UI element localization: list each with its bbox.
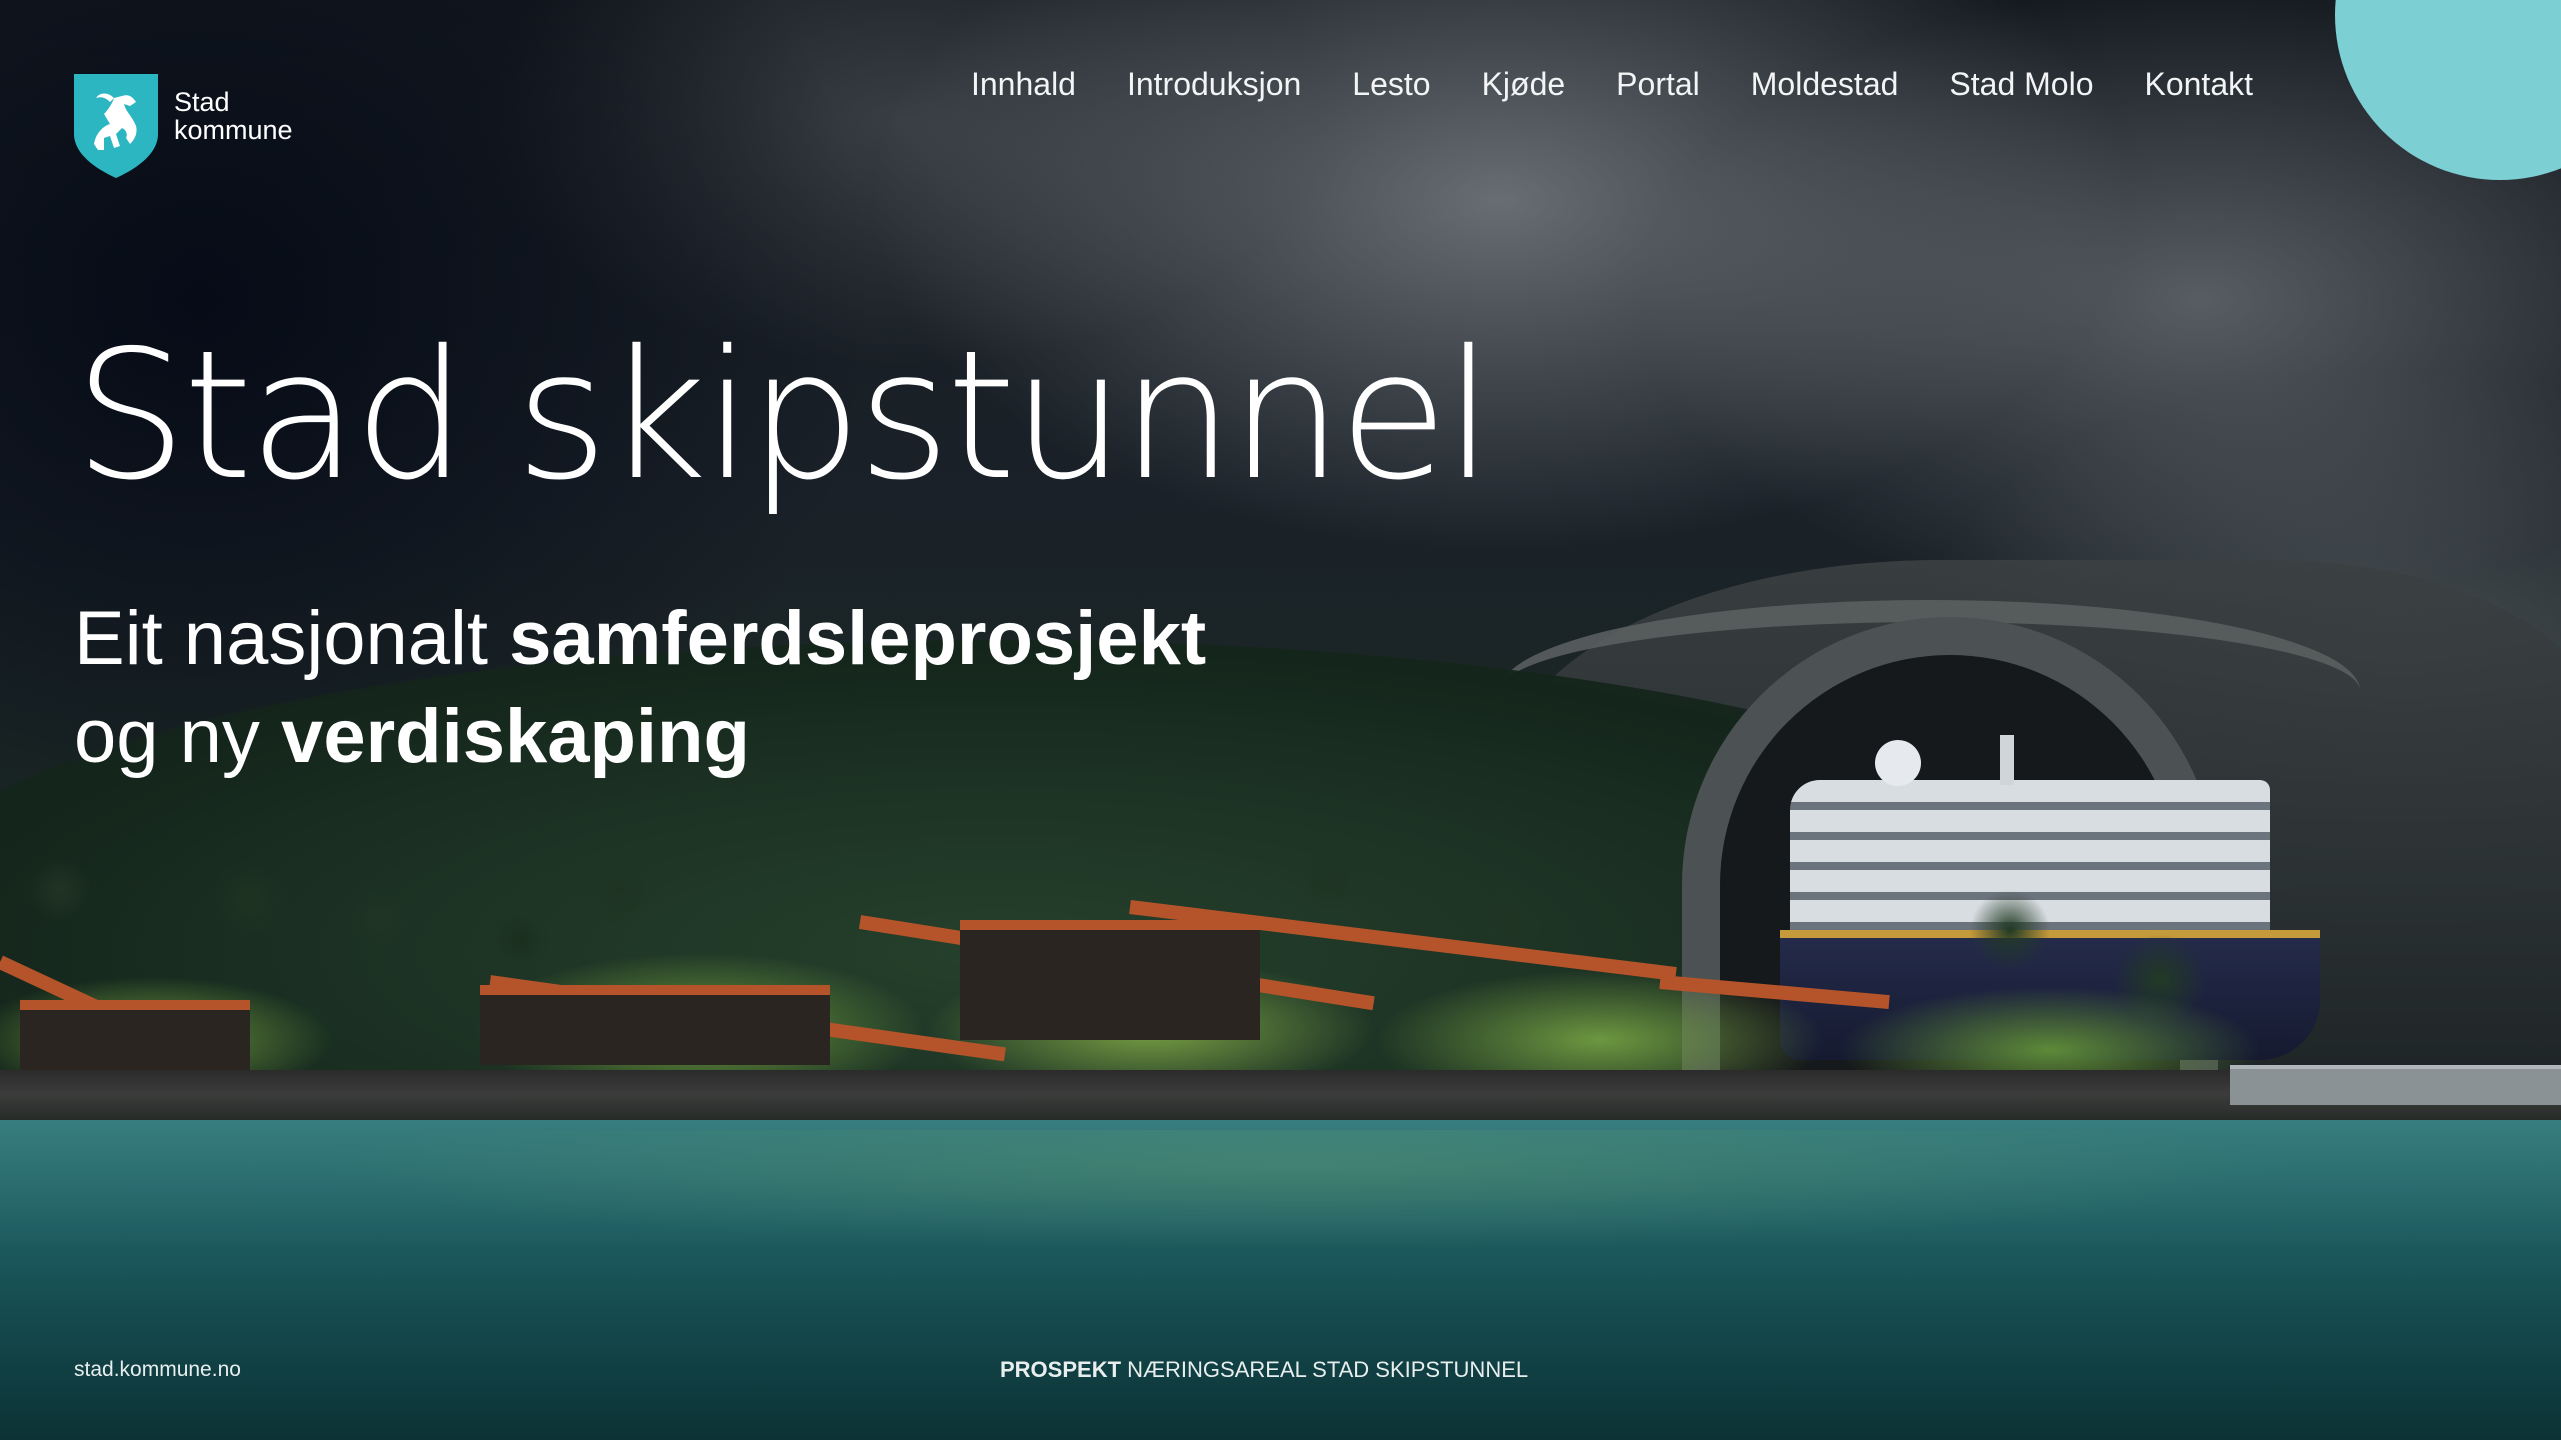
logo-wordmark: Stad kommune xyxy=(174,88,293,144)
ship-radar-dome xyxy=(1875,740,1921,786)
ship-mast xyxy=(2000,735,2014,785)
pier xyxy=(2230,1065,2561,1105)
stad-kommune-logo[interactable]: Stad kommune xyxy=(74,74,293,178)
nav-item-innhald[interactable]: Innhald xyxy=(971,66,1076,103)
document-label-regular: NÆRINGSAREAL STAD SKIPSTUNNEL xyxy=(1121,1357,1529,1382)
building-facade xyxy=(20,1000,250,1070)
nav-item-introduksjon[interactable]: Introduksjon xyxy=(1127,66,1301,103)
horse-shield-icon xyxy=(74,74,158,178)
document-label: PROSPEKT NÆRINGSAREAL STAD SKIPSTUNNEL xyxy=(1000,1357,1528,1383)
building-facade xyxy=(960,920,1260,1040)
water-reflection xyxy=(300,1130,2300,1250)
nav-item-kontakt[interactable]: Kontakt xyxy=(2144,66,2253,103)
subtitle-regular-text: Eit nasjonalt xyxy=(74,596,510,681)
main-navigation: Innhald Introduksjon Lesto Kjøde Portal … xyxy=(920,66,2253,103)
subtitle-regular-text: og ny xyxy=(74,694,282,779)
nav-item-kjode[interactable]: Kjøde xyxy=(1482,66,1566,103)
logo-line-1: Stad xyxy=(174,87,230,117)
subtitle-bold-text: verdiskaping xyxy=(281,694,750,779)
website-link[interactable]: stad.kommune.no xyxy=(74,1358,241,1382)
nav-item-stad-molo[interactable]: Stad Molo xyxy=(1949,66,2093,103)
nav-item-portal[interactable]: Portal xyxy=(1616,66,1700,103)
nav-item-moldestad[interactable]: Moldestad xyxy=(1751,66,1899,103)
subtitle-bold-text: samferdsleprosjekt xyxy=(509,596,1207,681)
page-title: Stad skipstunnel xyxy=(74,312,1494,519)
building-facade xyxy=(480,985,830,1065)
logo-line-2: kommune xyxy=(174,115,293,145)
nav-item-lesto[interactable]: Lesto xyxy=(1352,66,1430,103)
document-label-bold: PROSPEKT xyxy=(1000,1357,1122,1382)
hero-subtitle-line-2: og ny verdiskaping xyxy=(74,688,1206,786)
hero-subtitle-line-1: Eit nasjonalt samferdsleprosjekt xyxy=(74,590,1206,688)
hero-subtitle: Eit nasjonalt samferdsleprosjekt og ny v… xyxy=(74,590,1206,786)
